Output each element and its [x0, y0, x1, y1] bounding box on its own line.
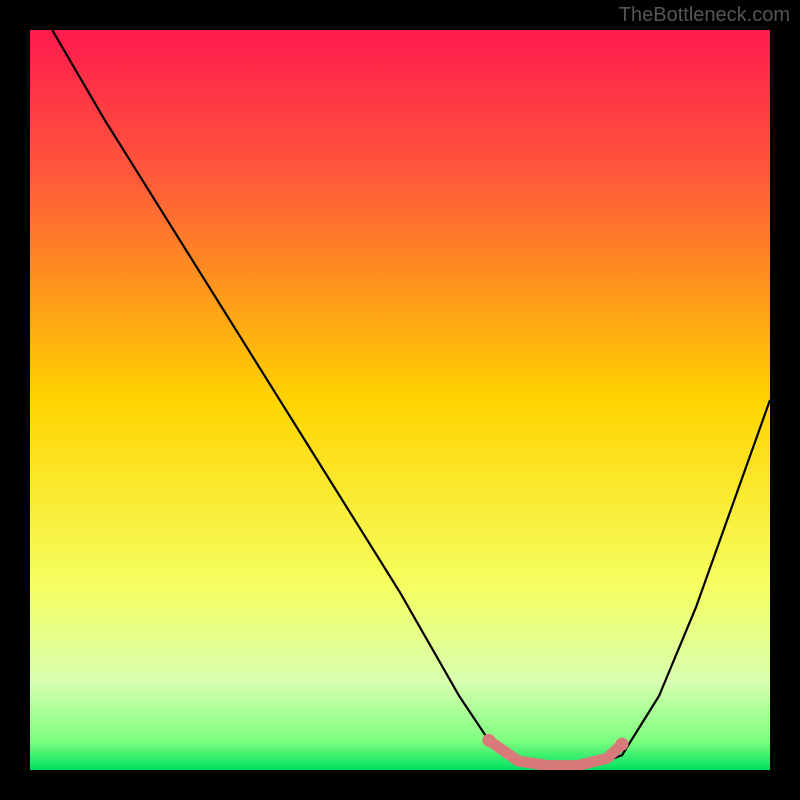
chart-svg	[30, 30, 770, 770]
chart-background	[30, 30, 770, 770]
chart-area	[30, 30, 770, 770]
optimal-range-end-dot	[616, 738, 629, 751]
watermark-text: TheBottleneck.com	[619, 4, 790, 27]
optimal-range-start-dot	[482, 734, 495, 747]
